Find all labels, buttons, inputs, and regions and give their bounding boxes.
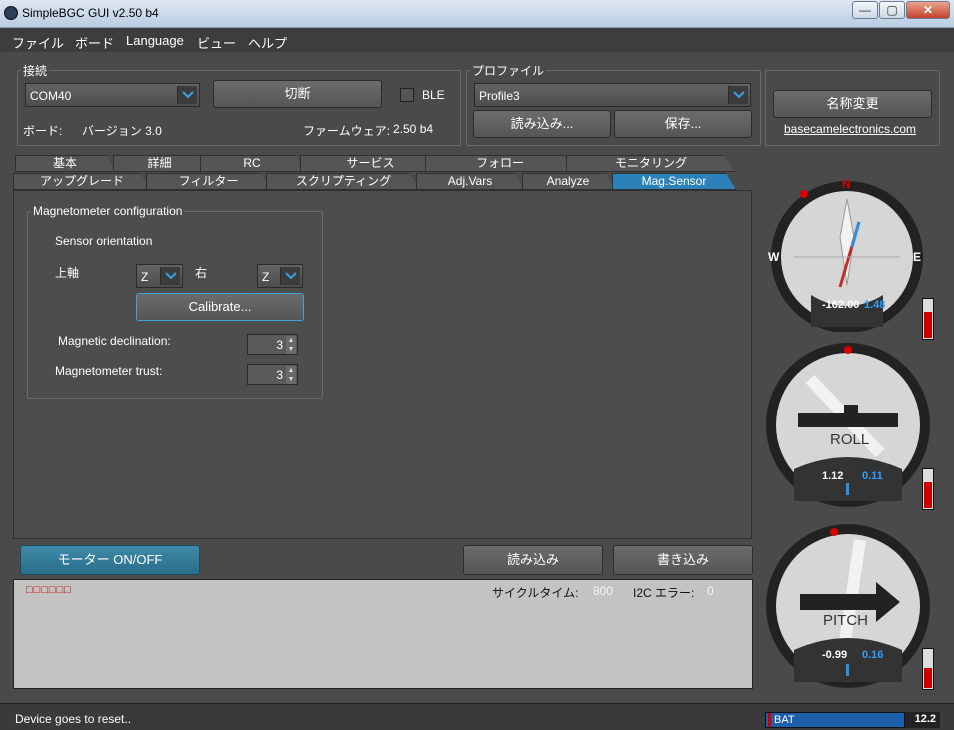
spin-down-icon[interactable]: ▼	[286, 375, 296, 384]
profile-save-button[interactable]: 保存...	[614, 110, 752, 138]
pitch-label: PITCH	[823, 612, 868, 629]
compass-gauge: N W E -162.00 1.48	[766, 177, 928, 333]
top-axis-value: Z	[141, 270, 149, 284]
roll-gauge: ROLL 1.12 0.11	[764, 341, 932, 509]
motor-toggle-button[interactable]: モーター ON/OFF	[20, 545, 200, 575]
tab-filters[interactable]: フィルター	[146, 173, 271, 190]
right-axis-select[interactable]: Z	[257, 264, 303, 288]
menu-help[interactable]: ヘルプ	[248, 33, 287, 52]
spin-up-icon[interactable]: ▲	[286, 366, 296, 375]
roll-level-bar	[922, 468, 934, 510]
chevron-down-icon	[177, 86, 197, 104]
error-indicators: □□□□□□	[26, 584, 72, 596]
sensor-orientation-label: Sensor orientation	[55, 234, 153, 248]
battery-value: 12.2	[905, 712, 940, 728]
tab-upgrade[interactable]: アップグレード	[13, 173, 151, 190]
trust-spinner[interactable]: 3 ▲ ▼	[247, 364, 298, 385]
chevron-down-icon	[280, 267, 300, 285]
top-axis-select[interactable]: Z	[136, 264, 183, 288]
pitch-gauge: PITCH -0.99 0.16	[764, 522, 932, 690]
tab-service[interactable]: サービス	[300, 155, 441, 172]
declination-spinner[interactable]: 3 ▲ ▼	[247, 334, 298, 355]
minimize-button[interactable]: —	[852, 1, 878, 19]
mag-config-label: Magnetometer configuration	[31, 204, 185, 218]
tab-scripting[interactable]: スクリプティング	[266, 173, 421, 190]
calibrate-button[interactable]: Calibrate...	[136, 293, 304, 321]
firmware-label: ファームウェア:	[303, 124, 390, 138]
board-version: バージョン 3.0	[82, 124, 162, 138]
tab-monitoring[interactable]: モニタリング	[566, 155, 736, 172]
menu-file[interactable]: ファイル	[12, 33, 64, 52]
compass-value: -162.00	[822, 299, 860, 311]
profile-group-label: プロファイル	[470, 62, 547, 79]
declination-label: Magnetic declination:	[58, 334, 171, 348]
i2c-error-label: I2C エラー:	[633, 586, 695, 600]
tab-advanced[interactable]: 詳細	[113, 155, 206, 172]
port-value: COM40	[30, 89, 72, 103]
console-panel: □□□□□□ サイクルタイム: 800 I2C エラー: 0	[13, 579, 753, 689]
website-link[interactable]: basecamelectronics.com	[784, 122, 916, 136]
chevron-down-icon	[728, 86, 748, 104]
trust-label: Magnetometer trust:	[55, 364, 163, 378]
ble-label: BLE	[422, 88, 445, 102]
rename-button[interactable]: 名称変更	[773, 90, 932, 118]
cycle-time-label: サイクルタイム:	[492, 586, 579, 600]
roll-value: 1.12	[822, 470, 844, 482]
menu-board[interactable]: ボード	[75, 33, 114, 52]
close-button[interactable]: ✕	[906, 1, 950, 19]
menu-bar: ファイル ボード Language ビュー ヘルプ	[0, 28, 954, 52]
tab-mag-sensor[interactable]: Mag.Sensor	[612, 173, 736, 190]
board-label: ボード:	[23, 124, 63, 138]
roll-value2: 0.11	[862, 470, 883, 482]
tab-basic[interactable]: 基本	[15, 155, 115, 172]
tab-follow[interactable]: フォロー	[425, 155, 575, 172]
read-button[interactable]: 読み込み	[463, 545, 603, 575]
connection-group-label: 接続	[21, 62, 50, 79]
menu-view[interactable]: ビュー	[197, 33, 236, 52]
top-axis-label: 上軸	[55, 266, 80, 280]
compass-level-bar	[922, 298, 934, 340]
maximize-button[interactable]: ▢	[879, 1, 905, 19]
compass-north: N	[842, 177, 851, 191]
profile-select[interactable]: Profile3	[474, 83, 751, 107]
tab-adj-vars[interactable]: Adj.Vars	[416, 173, 524, 190]
port-select[interactable]: COM40	[25, 83, 200, 107]
battery-label: BAT	[774, 714, 795, 726]
trust-value: 3	[276, 368, 283, 382]
disconnect-button[interactable]: 切断	[213, 80, 382, 108]
ble-checkbox[interactable]	[400, 88, 414, 102]
spin-up-icon[interactable]: ▲	[286, 336, 296, 345]
right-axis-label: 右	[195, 266, 208, 280]
status-message: Device goes to reset..	[15, 712, 132, 726]
pitch-value2: 0.16	[862, 649, 884, 661]
compass-value2: 1.48	[864, 299, 886, 311]
tab-analyze[interactable]: Analyze	[522, 173, 614, 190]
compass-west: W	[768, 250, 780, 264]
pitch-value: -0.99	[822, 649, 848, 661]
profile-value: Profile3	[479, 89, 520, 103]
i2c-error-value: 0	[707, 584, 714, 598]
profile-load-button[interactable]: 読み込み...	[473, 110, 611, 138]
write-button[interactable]: 書き込み	[613, 545, 753, 575]
status-bar: Device goes to reset.. BAT 12.2	[0, 703, 954, 730]
pitch-level-bar	[922, 648, 934, 690]
menu-language[interactable]: Language	[126, 33, 184, 48]
firmware-version: 2.50 b4	[393, 122, 434, 136]
compass-east: E	[913, 250, 922, 264]
chevron-down-icon	[160, 267, 180, 285]
tab-rc[interactable]: RC	[200, 155, 304, 172]
battery-bar: BAT	[765, 712, 905, 728]
cycle-time-value: 800	[593, 584, 614, 598]
app-icon	[4, 6, 18, 20]
spin-down-icon[interactable]: ▼	[286, 345, 296, 354]
window-title: SimpleBGC GUI v2.50 b4	[22, 6, 159, 20]
roll-label: ROLL	[830, 431, 870, 448]
title-bar: SimpleBGC GUI v2.50 b4 — ▢ ✕	[0, 0, 954, 28]
right-axis-value: Z	[262, 270, 270, 284]
declination-value: 3	[276, 338, 283, 352]
